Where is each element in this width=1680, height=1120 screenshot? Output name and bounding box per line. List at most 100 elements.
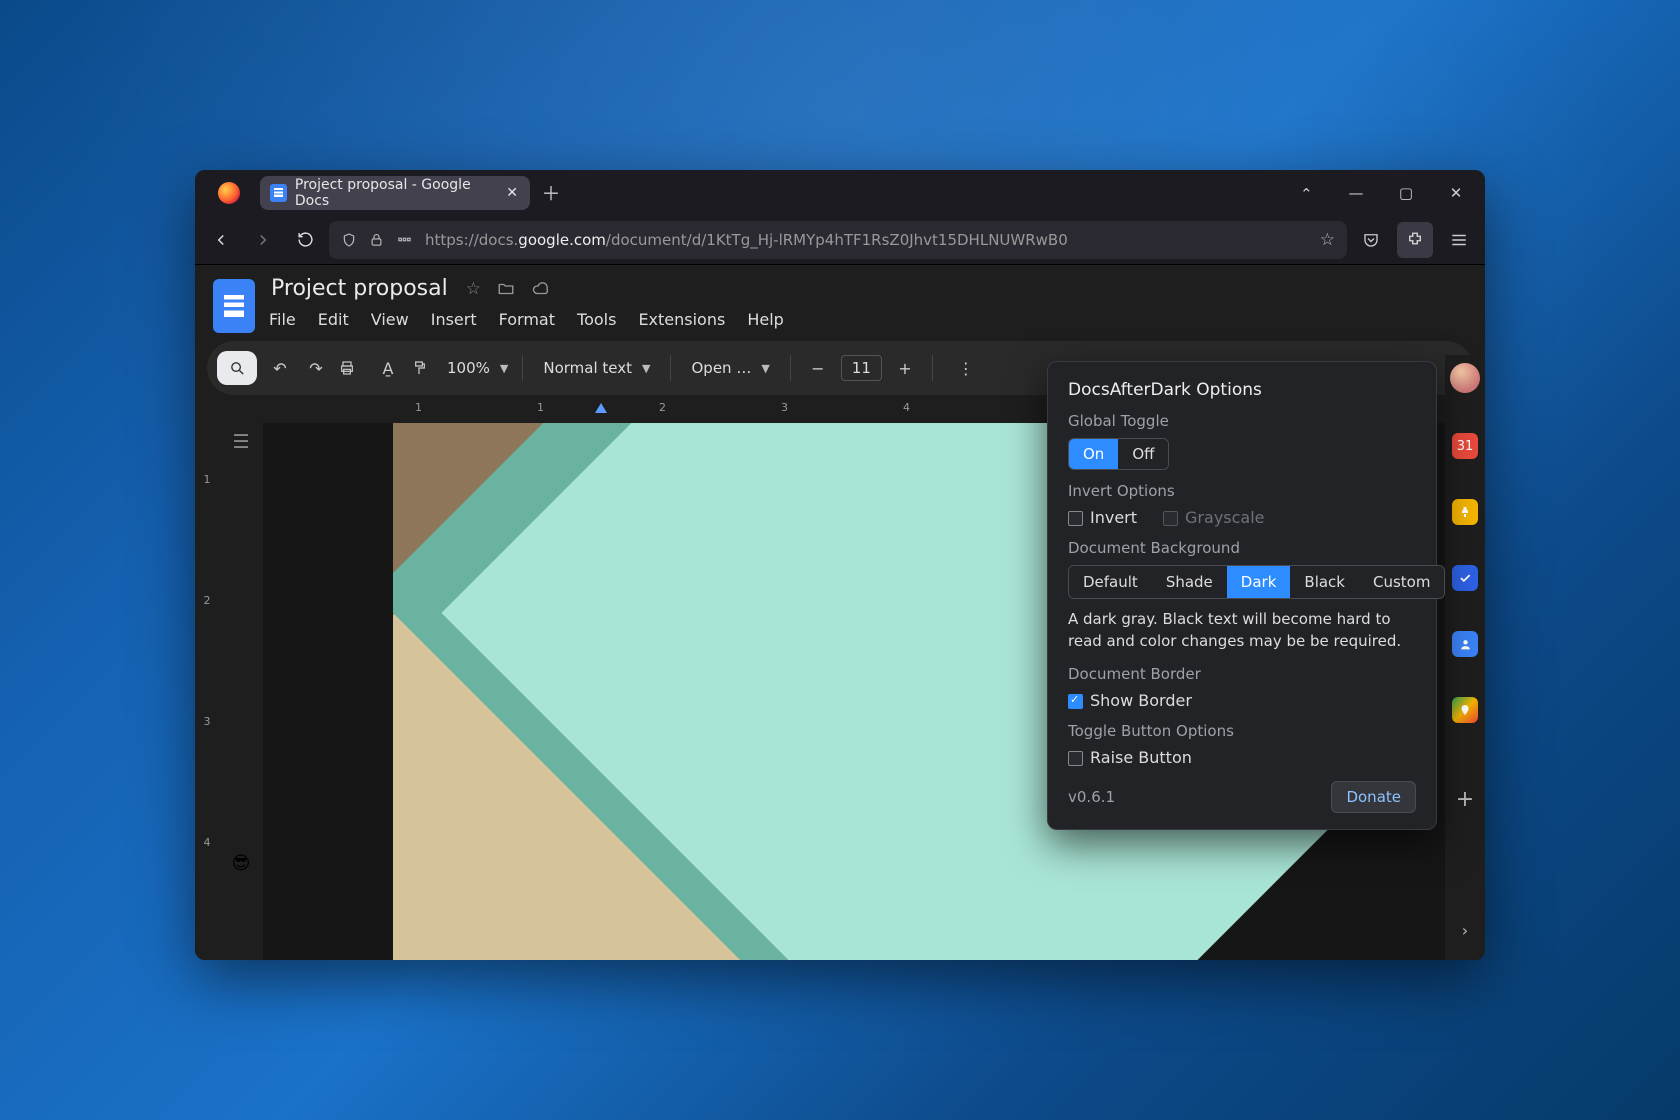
section-toggle-button: Toggle Button Options (1068, 722, 1416, 740)
global-toggle-off[interactable]: Off (1118, 439, 1168, 469)
section-border: Document Border (1068, 665, 1416, 683)
tabs-dropdown-button[interactable]: ⌄ (1283, 176, 1329, 210)
permissions-icon (396, 232, 413, 248)
keep-icon[interactable] (1452, 499, 1478, 525)
vertical-ruler[interactable]: 1 2 3 4 (195, 423, 219, 960)
print-icon[interactable] (339, 360, 365, 376)
toolbar-search-button[interactable] (217, 351, 257, 385)
bg-black[interactable]: Black (1290, 566, 1359, 598)
undo-icon[interactable]: ↶ (267, 359, 293, 378)
tab-title: Project proposal - Google Docs (295, 177, 496, 209)
menu-file[interactable]: File (269, 310, 296, 329)
maps-icon[interactable] (1452, 697, 1478, 723)
donate-button[interactable]: Donate (1331, 781, 1416, 813)
window-minimize[interactable]: — (1333, 176, 1379, 210)
account-avatar[interactable] (1450, 363, 1480, 393)
lock-icon (369, 232, 384, 248)
section-invert: Invert Options (1068, 482, 1416, 500)
background-segment: Default Shade Dark Black Custom (1068, 565, 1445, 599)
titlebar: Project proposal - Google Docs ✕ ＋ ⌄ — ▢… (195, 170, 1485, 215)
menu-extensions[interactable]: Extensions (638, 310, 725, 329)
background-description: A dark gray. Black text will become hard… (1068, 609, 1416, 653)
docs-logo-icon[interactable] (213, 279, 255, 333)
vruler-mark: 3 (204, 715, 211, 728)
section-global-toggle: Global Toggle (1068, 412, 1416, 430)
popup-title: DocsAfterDark Options (1068, 380, 1416, 400)
window-close[interactable]: ✕ (1433, 176, 1479, 210)
redo-icon[interactable]: ↷ (303, 359, 329, 378)
nav-reload-button[interactable] (287, 222, 323, 258)
menu-help[interactable]: Help (747, 310, 783, 329)
font-size-increase[interactable]: + (892, 359, 918, 378)
star-icon[interactable]: ☆ (466, 279, 481, 299)
docs-app: Project proposal ☆ File Edit View Insert… (195, 265, 1485, 960)
ruler-mark: 2 (659, 401, 781, 423)
browser-tab[interactable]: Project proposal - Google Docs ✕ (260, 176, 530, 210)
toolbar-more-icon[interactable]: ⋮ (953, 359, 979, 378)
raise-button-checkbox[interactable]: Raise Button (1068, 748, 1192, 767)
indent-marker-icon[interactable] (595, 403, 607, 413)
bookmark-star-icon[interactable]: ☆ (1320, 230, 1335, 250)
paint-format-icon[interactable] (411, 360, 437, 376)
extension-popup: DocsAfterDark Options Global Toggle On O… (1047, 361, 1437, 830)
docs-favicon-icon (270, 184, 287, 202)
shield-icon (341, 232, 357, 248)
show-border-checkbox[interactable]: Show Border (1068, 691, 1192, 710)
menu-insert[interactable]: Insert (431, 310, 477, 329)
nav-back-button[interactable] (203, 222, 239, 258)
contacts-icon[interactable] (1452, 631, 1478, 657)
ruler-mark: 3 (781, 401, 903, 423)
ruler-mark: 4 (903, 401, 1025, 423)
spellcheck-icon[interactable]: A̱ (375, 359, 401, 378)
vruler-mark: 4 (204, 836, 211, 849)
font-size-input[interactable]: 11 (841, 355, 882, 381)
ruler-mark: 1 (415, 401, 537, 423)
section-background: Document Background (1068, 539, 1416, 557)
paragraph-style-select[interactable]: Normal text▼ (537, 359, 656, 377)
browser-window: Project proposal - Google Docs ✕ ＋ ⌄ — ▢… (195, 170, 1485, 960)
extensions-icon[interactable] (1397, 222, 1433, 258)
side-panel-add-button[interactable]: + (1456, 787, 1474, 812)
pocket-icon[interactable] (1353, 222, 1389, 258)
font-size-decrease[interactable]: − (805, 359, 831, 378)
zoom-select[interactable]: 100%▼ (447, 359, 508, 377)
vruler-mark: 1 (204, 473, 211, 486)
version-label: v0.6.1 (1068, 788, 1115, 806)
url-field[interactable]: https://docs.google.com/document/d/1KtTg… (329, 221, 1347, 259)
url-text: https://docs.google.com/document/d/1KtTg… (425, 231, 1068, 249)
document-title[interactable]: Project proposal (269, 273, 450, 304)
bg-dark[interactable]: Dark (1227, 566, 1291, 598)
menu-format[interactable]: Format (499, 310, 555, 329)
window-maximize[interactable]: ▢ (1383, 176, 1429, 210)
grayscale-checkbox[interactable]: Grayscale (1163, 508, 1264, 527)
font-select[interactable]: Open …▼ (685, 359, 775, 377)
new-tab-button[interactable]: ＋ (534, 176, 568, 210)
outline-toggle-icon[interactable]: ☰ (232, 431, 249, 453)
invert-checkbox[interactable]: Invert (1068, 508, 1137, 527)
calendar-icon[interactable]: 31 (1452, 433, 1478, 459)
vruler-mark: 2 (204, 594, 211, 607)
global-toggle-on[interactable]: On (1069, 439, 1118, 469)
menu-edit[interactable]: Edit (318, 310, 349, 329)
tasks-icon[interactable] (1452, 565, 1478, 591)
firefox-icon (218, 182, 240, 204)
address-bar: https://docs.google.com/document/d/1KtTg… (195, 215, 1485, 265)
move-folder-icon[interactable] (497, 280, 515, 298)
bg-shade[interactable]: Shade (1152, 566, 1227, 598)
menu-view[interactable]: View (371, 310, 409, 329)
global-toggle-segment: On Off (1068, 438, 1169, 470)
page-emoji-icon[interactable]: 😎 (232, 853, 251, 874)
side-panel-collapse-icon[interactable]: › (1462, 921, 1468, 940)
menu-tools[interactable]: Tools (577, 310, 616, 329)
outline-gutter: ☰ 😎 (219, 423, 263, 960)
firefox-logo (201, 182, 256, 204)
bg-default[interactable]: Default (1069, 566, 1152, 598)
side-panel: 31 + › (1445, 355, 1485, 960)
nav-forward-button[interactable] (245, 222, 281, 258)
app-menu-icon[interactable] (1441, 222, 1477, 258)
tab-close-button[interactable]: ✕ (504, 185, 520, 201)
docs-header: Project proposal ☆ File Edit View Insert… (195, 265, 1485, 333)
bg-custom[interactable]: Custom (1359, 566, 1444, 598)
menubar: File Edit View Insert Format Tools Exten… (269, 310, 1467, 329)
cloud-status-icon[interactable] (531, 280, 551, 298)
